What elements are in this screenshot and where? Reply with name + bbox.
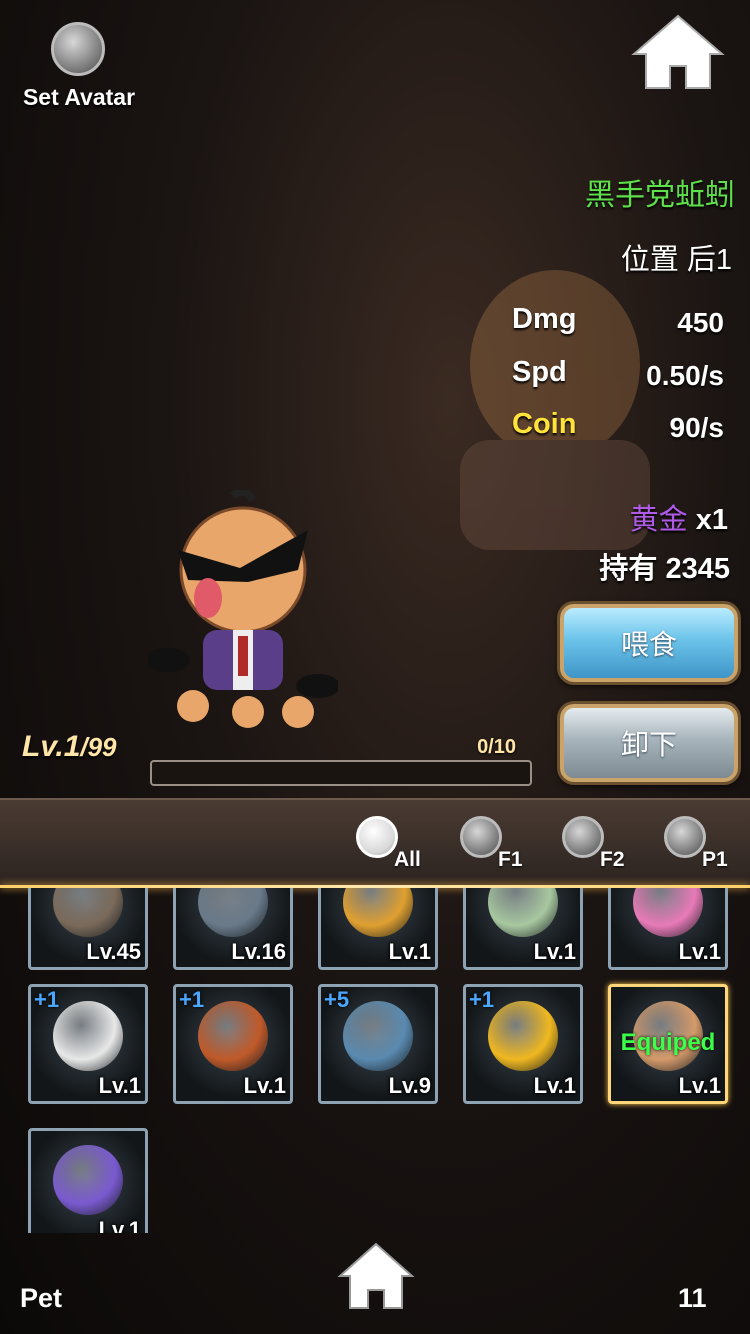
- food-name: 黄金: [629, 504, 688, 536]
- stat-coin-value: 90/s: [669, 412, 725, 443]
- pet-slot[interactable]: Equiped Lv.1: [608, 984, 728, 1104]
- pet-plus-badge: +1: [179, 987, 205, 1012]
- food-qty: x1: [695, 504, 728, 536]
- pet-portrait: [633, 888, 703, 937]
- pet-name: 黑手党蚯蚓: [585, 179, 735, 212]
- stat-dmg-label: Dmg: [512, 303, 577, 335]
- pet-level-label: Lv.1: [533, 939, 576, 964]
- pet-portrait: [53, 888, 123, 937]
- tab-f2[interactable]: F2: [562, 816, 652, 876]
- paw-avatar-icon: [51, 22, 105, 76]
- tab-p1-label: P1: [702, 848, 728, 871]
- stat-coin-label: Coin: [512, 408, 577, 440]
- exp-text: 0/10: [477, 736, 516, 758]
- set-avatar-button[interactable]: Set Avatar: [14, 18, 144, 114]
- pet-slot[interactable]: Lv.1: [28, 1128, 148, 1233]
- unequip-button[interactable]: 卸下: [560, 704, 738, 782]
- pet-portrait: [198, 888, 268, 937]
- set-avatar-label: Set Avatar: [22, 84, 136, 110]
- feed-button[interactable]: 喂食: [560, 604, 738, 682]
- pet-slot[interactable]: Lv.16: [173, 888, 293, 970]
- pet-equipped-label: Equiped: [620, 1029, 716, 1056]
- pet-grid: EquipedLv.45Lv.16Lv.1Lv.1Lv.1+1Lv.1+1Lv.…: [0, 888, 750, 1233]
- pet-portrait: [53, 1145, 123, 1215]
- paw-tab-p1-icon: [664, 816, 706, 858]
- pet-portrait: [53, 1001, 123, 1071]
- pet-level-label: Lv.1: [678, 1073, 721, 1098]
- pet-slot[interactable]: Lv.1: [608, 888, 728, 970]
- pet-level-label: Lv.9: [388, 1073, 431, 1098]
- tab-all[interactable]: All: [356, 816, 446, 876]
- tab-f1-label: F1: [498, 848, 523, 871]
- pet-plus-badge: +1: [34, 987, 60, 1012]
- stat-dmg-value: 450: [677, 307, 724, 338]
- pet-slot[interactable]: +5 Lv.9: [318, 984, 438, 1104]
- food-row: 黄金 x1: [560, 496, 728, 538]
- pet-plus-badge: +1: [469, 987, 495, 1012]
- pet-count: 11: [678, 1283, 707, 1313]
- tab-f1[interactable]: F1: [460, 816, 550, 876]
- paw-tab-f2-icon: [562, 816, 604, 858]
- home-bottom-icon: [337, 1242, 415, 1309]
- owned-count: 持有 2345: [599, 553, 730, 585]
- pet-slot[interactable]: EquipedLv.45: [28, 888, 148, 970]
- home-bottom-button[interactable]: [336, 1240, 416, 1312]
- pet-level-label: Lv.16: [231, 939, 286, 964]
- pet-slot[interactable]: +1 Lv.1: [28, 984, 148, 1104]
- pet-level-label: Lv.1: [243, 1073, 286, 1098]
- pet-level-label: Lv.1: [678, 939, 721, 964]
- level-value: Lv.1: [22, 730, 81, 763]
- home-button[interactable]: [630, 12, 726, 92]
- footer-title: Pet: [20, 1283, 63, 1313]
- pet-level-label: Lv.1: [388, 939, 431, 964]
- tab-all-label: All: [394, 848, 421, 871]
- pet-plus-badge: +5: [324, 987, 350, 1012]
- pet-slot[interactable]: Lv.1: [463, 888, 583, 970]
- level-max: /99: [80, 732, 117, 762]
- pet-level-label: Lv.1: [533, 1073, 576, 1098]
- pet-character: [146, 487, 340, 730]
- pet-portrait: [488, 888, 558, 937]
- pet-level-label: Lv.1: [98, 1217, 141, 1233]
- level-display: Lv.1/99: [22, 730, 117, 764]
- paw-tab-all-icon: [356, 816, 398, 858]
- pet-slot[interactable]: Lv.1: [318, 888, 438, 970]
- pet-portrait: [198, 1001, 268, 1071]
- pet-portrait: [343, 1001, 413, 1071]
- filter-tab-bar: All F1 F2 P1: [0, 798, 750, 888]
- pet-slot[interactable]: +1 Lv.1: [463, 984, 583, 1104]
- tab-f2-label: F2: [600, 848, 625, 871]
- tab-p1[interactable]: P1: [664, 816, 750, 876]
- paw-tab-f1-icon: [460, 816, 502, 858]
- pet-portrait: [343, 888, 413, 937]
- pet-portrait: [488, 1001, 558, 1071]
- home-icon: [631, 14, 725, 89]
- pet-level-label: Lv.1: [98, 1073, 141, 1098]
- exp-bar: [150, 760, 532, 786]
- pet-slot[interactable]: +1 Lv.1: [173, 984, 293, 1104]
- pet-position: 位置 后1: [620, 244, 732, 276]
- stat-spd-value: 0.50/s: [646, 360, 724, 391]
- pet-level-label: Lv.45: [86, 939, 141, 964]
- stat-spd-label: Spd: [512, 356, 567, 388]
